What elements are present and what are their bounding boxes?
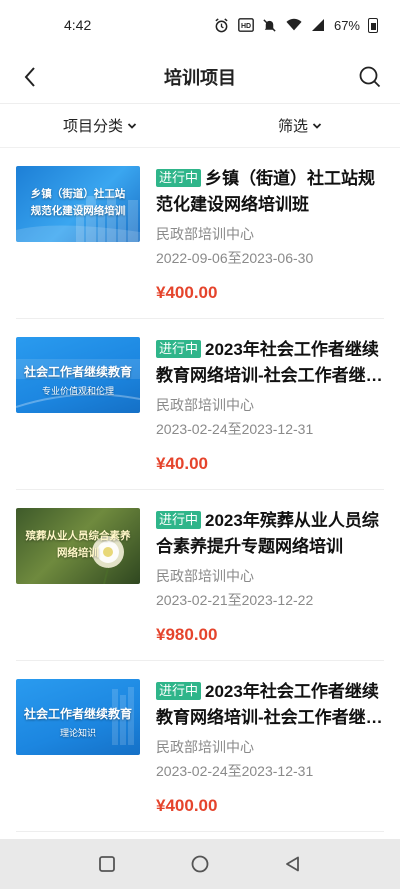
thumbnail-line1: 殡葬从业人员综合素养: [25, 530, 131, 542]
system-nav-bar: [0, 839, 400, 889]
course-org: 民政部培训中心: [156, 397, 254, 413]
course-card[interactable]: 社会工作者继续教育 理论知识 进行中 2023年社会工作者继续教育网络培训-社会工…: [16, 661, 384, 832]
thumbnail-line1: 乡镇（街道）社工站: [30, 188, 126, 200]
filter-bar: 项目分类 筛选: [0, 104, 400, 148]
chevron-left-icon: [24, 66, 35, 87]
signal-icon: [310, 18, 326, 32]
status-bar: 4:42 HD 67%: [0, 0, 400, 50]
status-badge: 进行中: [156, 682, 202, 700]
thumbnail-line1: 社会工作者继续教育: [23, 365, 132, 379]
course-org: 民政部培训中心: [156, 568, 254, 584]
thumbnail-line1: 社会工作者继续教育: [23, 707, 132, 721]
course-thumbnail: 殡葬从业人员综合素养 网络培训: [16, 508, 140, 584]
back-button[interactable]: [16, 63, 44, 91]
course-price: ¥40.00: [156, 454, 208, 473]
course-info: 进行中2023年社会工作者继续教育网络培训-社会工作者继续教育 民政部培训中心 …: [156, 337, 384, 473]
course-price: ¥400.00: [156, 796, 218, 815]
category-label: 项目分类: [62, 118, 123, 135]
volte-icon: HD: [238, 18, 254, 32]
status-icons: HD 67%: [214, 17, 378, 33]
wifi-icon: [286, 18, 302, 32]
header: 培训项目: [0, 50, 400, 104]
back-nav-button[interactable]: [273, 844, 313, 884]
course-title: 进行中2023年社会工作者继续教育网络培训-社会工作者继续教育: [156, 679, 384, 731]
course-list: 乡镇（街道）社工站 规范化建设网络培训 进行中 乡镇（街道）社工站规范化建设网络培…: [0, 148, 400, 832]
mute-bell-icon: [262, 18, 278, 32]
battery-icon: [368, 17, 378, 33]
course-info: 进行中 2023年殡葬从业人员综合素养提升专题网络培训 民政部培训中心 2023-…: [156, 508, 384, 644]
square-icon: [98, 856, 115, 872]
thumbnail-line2: 专业价值观和伦理: [41, 386, 114, 396]
course-date: 2022-09-06至2023-06-30: [156, 250, 314, 266]
home-button[interactable]: [180, 844, 220, 884]
course-date: 2023-02-21至2023-12-22: [156, 592, 314, 608]
alarm-icon: [214, 17, 230, 32]
course-price: ¥980.00: [156, 625, 218, 644]
course-org: 民政部培训中心: [156, 226, 254, 242]
status-badge: 进行中: [156, 511, 202, 529]
course-thumbnail: 社会工作者继续教育 专业价值观和伦理: [16, 337, 140, 413]
course-title: 进行中2023年社会工作者继续教育网络培训-社会工作者继续教育: [156, 337, 384, 389]
course-thumbnail: 乡镇（街道）社工站 规范化建设网络培训: [16, 166, 140, 242]
category-dropdown[interactable]: 项目分类: [0, 115, 200, 136]
course-date: 2023-02-24至2023-12-31: [156, 763, 314, 779]
status-time: 4:42: [64, 17, 92, 33]
page-title: 培训项目: [164, 67, 236, 88]
battery-percent: 67%: [333, 17, 360, 33]
filter-dropdown[interactable]: 筛选: [200, 115, 400, 136]
course-thumbnail: 社会工作者继续教育 理论知识: [16, 679, 140, 755]
course-price: ¥400.00: [156, 283, 218, 302]
recents-button[interactable]: [87, 844, 127, 884]
course-card[interactable]: 乡镇（街道）社工站 规范化建设网络培训 进行中 乡镇（街道）社工站规范化建设网络培…: [16, 148, 384, 319]
circle-icon: [191, 855, 209, 873]
svg-text:HD: HD: [241, 23, 251, 30]
thumbnail-line2: 规范化建设网络培训: [30, 205, 126, 217]
search-button[interactable]: [356, 63, 384, 91]
course-date: 2023-02-24至2023-12-31: [156, 421, 314, 437]
thumbnail-line2: 理论知识: [59, 728, 96, 738]
chevron-down-icon: [312, 122, 322, 129]
course-info: 进行中 乡镇（街道）社工站规范化建设网络培训班 民政部培训中心 2022-09-0…: [156, 166, 384, 302]
chevron-down-icon: [127, 122, 137, 129]
filter-label: 筛选: [277, 118, 308, 135]
course-title: 进行中 乡镇（街道）社工站规范化建设网络培训班: [156, 166, 384, 218]
triangle-back-icon: [286, 856, 300, 872]
thumbnail-line2: 网络培训: [57, 547, 99, 559]
status-badge: 进行中: [156, 169, 202, 187]
course-org: 民政部培训中心: [156, 739, 254, 755]
course-title: 进行中 2023年殡葬从业人员综合素养提升专题网络培训: [156, 508, 384, 560]
course-card[interactable]: 殡葬从业人员综合素养 网络培训 进行中 2023年殡葬从业人员综合素养提升专题网络…: [16, 490, 384, 661]
search-icon: [359, 66, 381, 87]
status-badge: 进行中: [156, 340, 202, 358]
course-info: 进行中2023年社会工作者继续教育网络培训-社会工作者继续教育 民政部培训中心 …: [156, 679, 384, 815]
course-card[interactable]: 社会工作者继续教育 专业价值观和伦理 进行中 2023年社会工作者继续教育网络培训…: [16, 319, 384, 490]
